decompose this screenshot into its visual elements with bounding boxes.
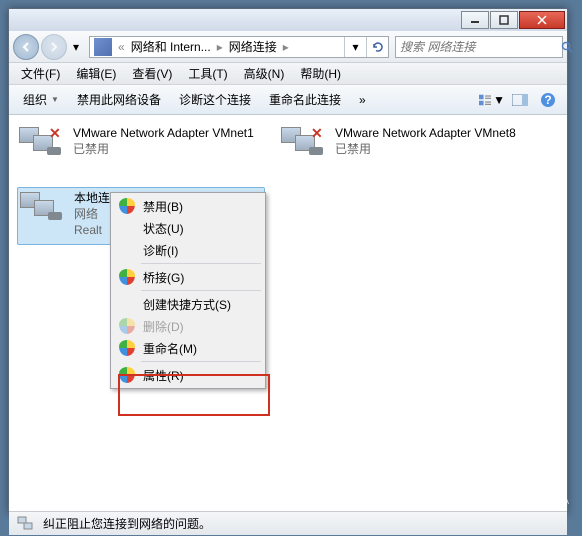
explorer-window: ▾ « 网络和 Intern... ▸ 网络连接 ▸ ▾ 文件(F) 编辑(E)… bbox=[8, 8, 568, 514]
refresh-button[interactable] bbox=[366, 37, 388, 57]
adapter-vmnet8[interactable]: ✕ VMware Network Adapter VMnet8 已禁用 bbox=[279, 123, 527, 181]
shield-icon bbox=[119, 318, 135, 334]
rename-button[interactable]: 重命名此连接 bbox=[261, 88, 349, 111]
shield-icon bbox=[119, 367, 135, 383]
address-dropdown-button[interactable]: ▾ bbox=[344, 37, 366, 57]
chevron-down-icon: ▼ bbox=[493, 93, 505, 107]
preview-pane-button[interactable] bbox=[507, 89, 533, 111]
shield-icon bbox=[119, 198, 135, 214]
breadcrumb-network-internet[interactable]: 网络和 Intern... bbox=[127, 38, 215, 55]
adapter-name: VMware Network Adapter VMnet8 bbox=[335, 125, 516, 141]
command-overflow[interactable]: » bbox=[351, 90, 374, 110]
ctx-shortcut[interactable]: 创建快捷方式(S) bbox=[113, 293, 263, 315]
separator bbox=[141, 290, 261, 291]
address-bar[interactable]: « 网络和 Intern... ▸ 网络连接 ▸ ▾ bbox=[89, 36, 389, 58]
adapter-vmnet1[interactable]: ✕ VMware Network Adapter VMnet1 已禁用 bbox=[17, 123, 265, 181]
view-options-button[interactable]: ▼ bbox=[479, 89, 505, 111]
menu-bar: 文件(F) 编辑(E) 查看(V) 工具(T) 高级(N) 帮助(H) bbox=[9, 63, 567, 85]
network-adapter-icon: ✕ bbox=[19, 125, 65, 165]
search-icon[interactable] bbox=[561, 41, 573, 53]
command-bar: 组织▼ 禁用此网络设备 诊断这个连接 重命名此连接 » ▼ ? bbox=[9, 85, 567, 115]
menu-help[interactable]: 帮助(H) bbox=[292, 63, 349, 84]
adapter-name: 本地连 bbox=[74, 190, 110, 206]
shield-icon bbox=[119, 340, 135, 356]
menu-edit[interactable]: 编辑(E) bbox=[68, 63, 124, 84]
adapter-line3: Realt bbox=[74, 222, 110, 238]
ctx-bridge[interactable]: 桥接(G) bbox=[113, 266, 263, 288]
menu-file[interactable]: 文件(F) bbox=[13, 63, 68, 84]
adapter-status: 已禁用 bbox=[335, 141, 516, 157]
forward-button[interactable] bbox=[41, 34, 67, 60]
diagnose-button[interactable]: 诊断这个连接 bbox=[171, 88, 259, 111]
ctx-status[interactable]: 状态(U) bbox=[113, 217, 263, 239]
maximize-button[interactable] bbox=[490, 11, 518, 29]
adapter-status: 已禁用 bbox=[73, 141, 254, 157]
nav-history-dropdown[interactable]: ▾ bbox=[69, 40, 83, 54]
nav-bar: ▾ « 网络和 Intern... ▸ 网络连接 ▸ ▾ bbox=[9, 31, 567, 63]
separator bbox=[141, 263, 261, 264]
search-input[interactable] bbox=[396, 40, 561, 54]
status-bar: 纠正阻止您连接到网络的问题。 bbox=[9, 511, 567, 535]
menu-tools[interactable]: 工具(T) bbox=[180, 63, 235, 84]
chevron-down-icon: ▼ bbox=[51, 95, 59, 104]
network-adapter-icon bbox=[20, 190, 66, 230]
disable-device-button[interactable]: 禁用此网络设备 bbox=[69, 88, 169, 111]
location-icon bbox=[94, 38, 112, 56]
search-box[interactable] bbox=[395, 36, 563, 58]
shield-icon bbox=[119, 269, 135, 285]
ctx-disable[interactable]: 禁用(B) bbox=[113, 195, 263, 217]
svg-text:?: ? bbox=[544, 93, 551, 107]
chevron-right-icon[interactable]: ▸ bbox=[215, 40, 225, 54]
chevron-right-icon[interactable]: ▸ bbox=[281, 40, 291, 54]
close-button[interactable] bbox=[519, 11, 565, 29]
adapter-line2: 网络 bbox=[74, 206, 110, 222]
back-button[interactable] bbox=[13, 34, 39, 60]
breadcrumb-root-chevron[interactable]: « bbox=[116, 40, 127, 54]
context-menu: 禁用(B) 状态(U) 诊断(I) 桥接(G) 创建快捷方式(S) 删除(D) … bbox=[110, 192, 266, 389]
breadcrumb-network-connections[interactable]: 网络连接 bbox=[225, 38, 281, 55]
content-area: ✕ VMware Network Adapter VMnet1 已禁用 ✕ VM… bbox=[9, 115, 567, 511]
ctx-delete: 删除(D) bbox=[113, 315, 263, 337]
network-adapter-icon: ✕ bbox=[281, 125, 327, 165]
separator bbox=[141, 361, 261, 362]
help-button[interactable]: ? bbox=[535, 89, 561, 111]
titlebar bbox=[9, 9, 567, 31]
minimize-button[interactable] bbox=[461, 11, 489, 29]
menu-view[interactable]: 查看(V) bbox=[124, 63, 180, 84]
adapter-name: VMware Network Adapter VMnet1 bbox=[73, 125, 254, 141]
organize-button[interactable]: 组织▼ bbox=[15, 88, 67, 111]
menu-advanced[interactable]: 高级(N) bbox=[236, 63, 293, 84]
ctx-rename[interactable]: 重命名(M) bbox=[113, 337, 263, 359]
ctx-diagnose[interactable]: 诊断(I) bbox=[113, 239, 263, 261]
ctx-properties[interactable]: 属性(R) bbox=[113, 364, 263, 386]
disabled-x-icon: ✕ bbox=[311, 125, 323, 142]
disabled-x-icon: ✕ bbox=[49, 125, 61, 142]
